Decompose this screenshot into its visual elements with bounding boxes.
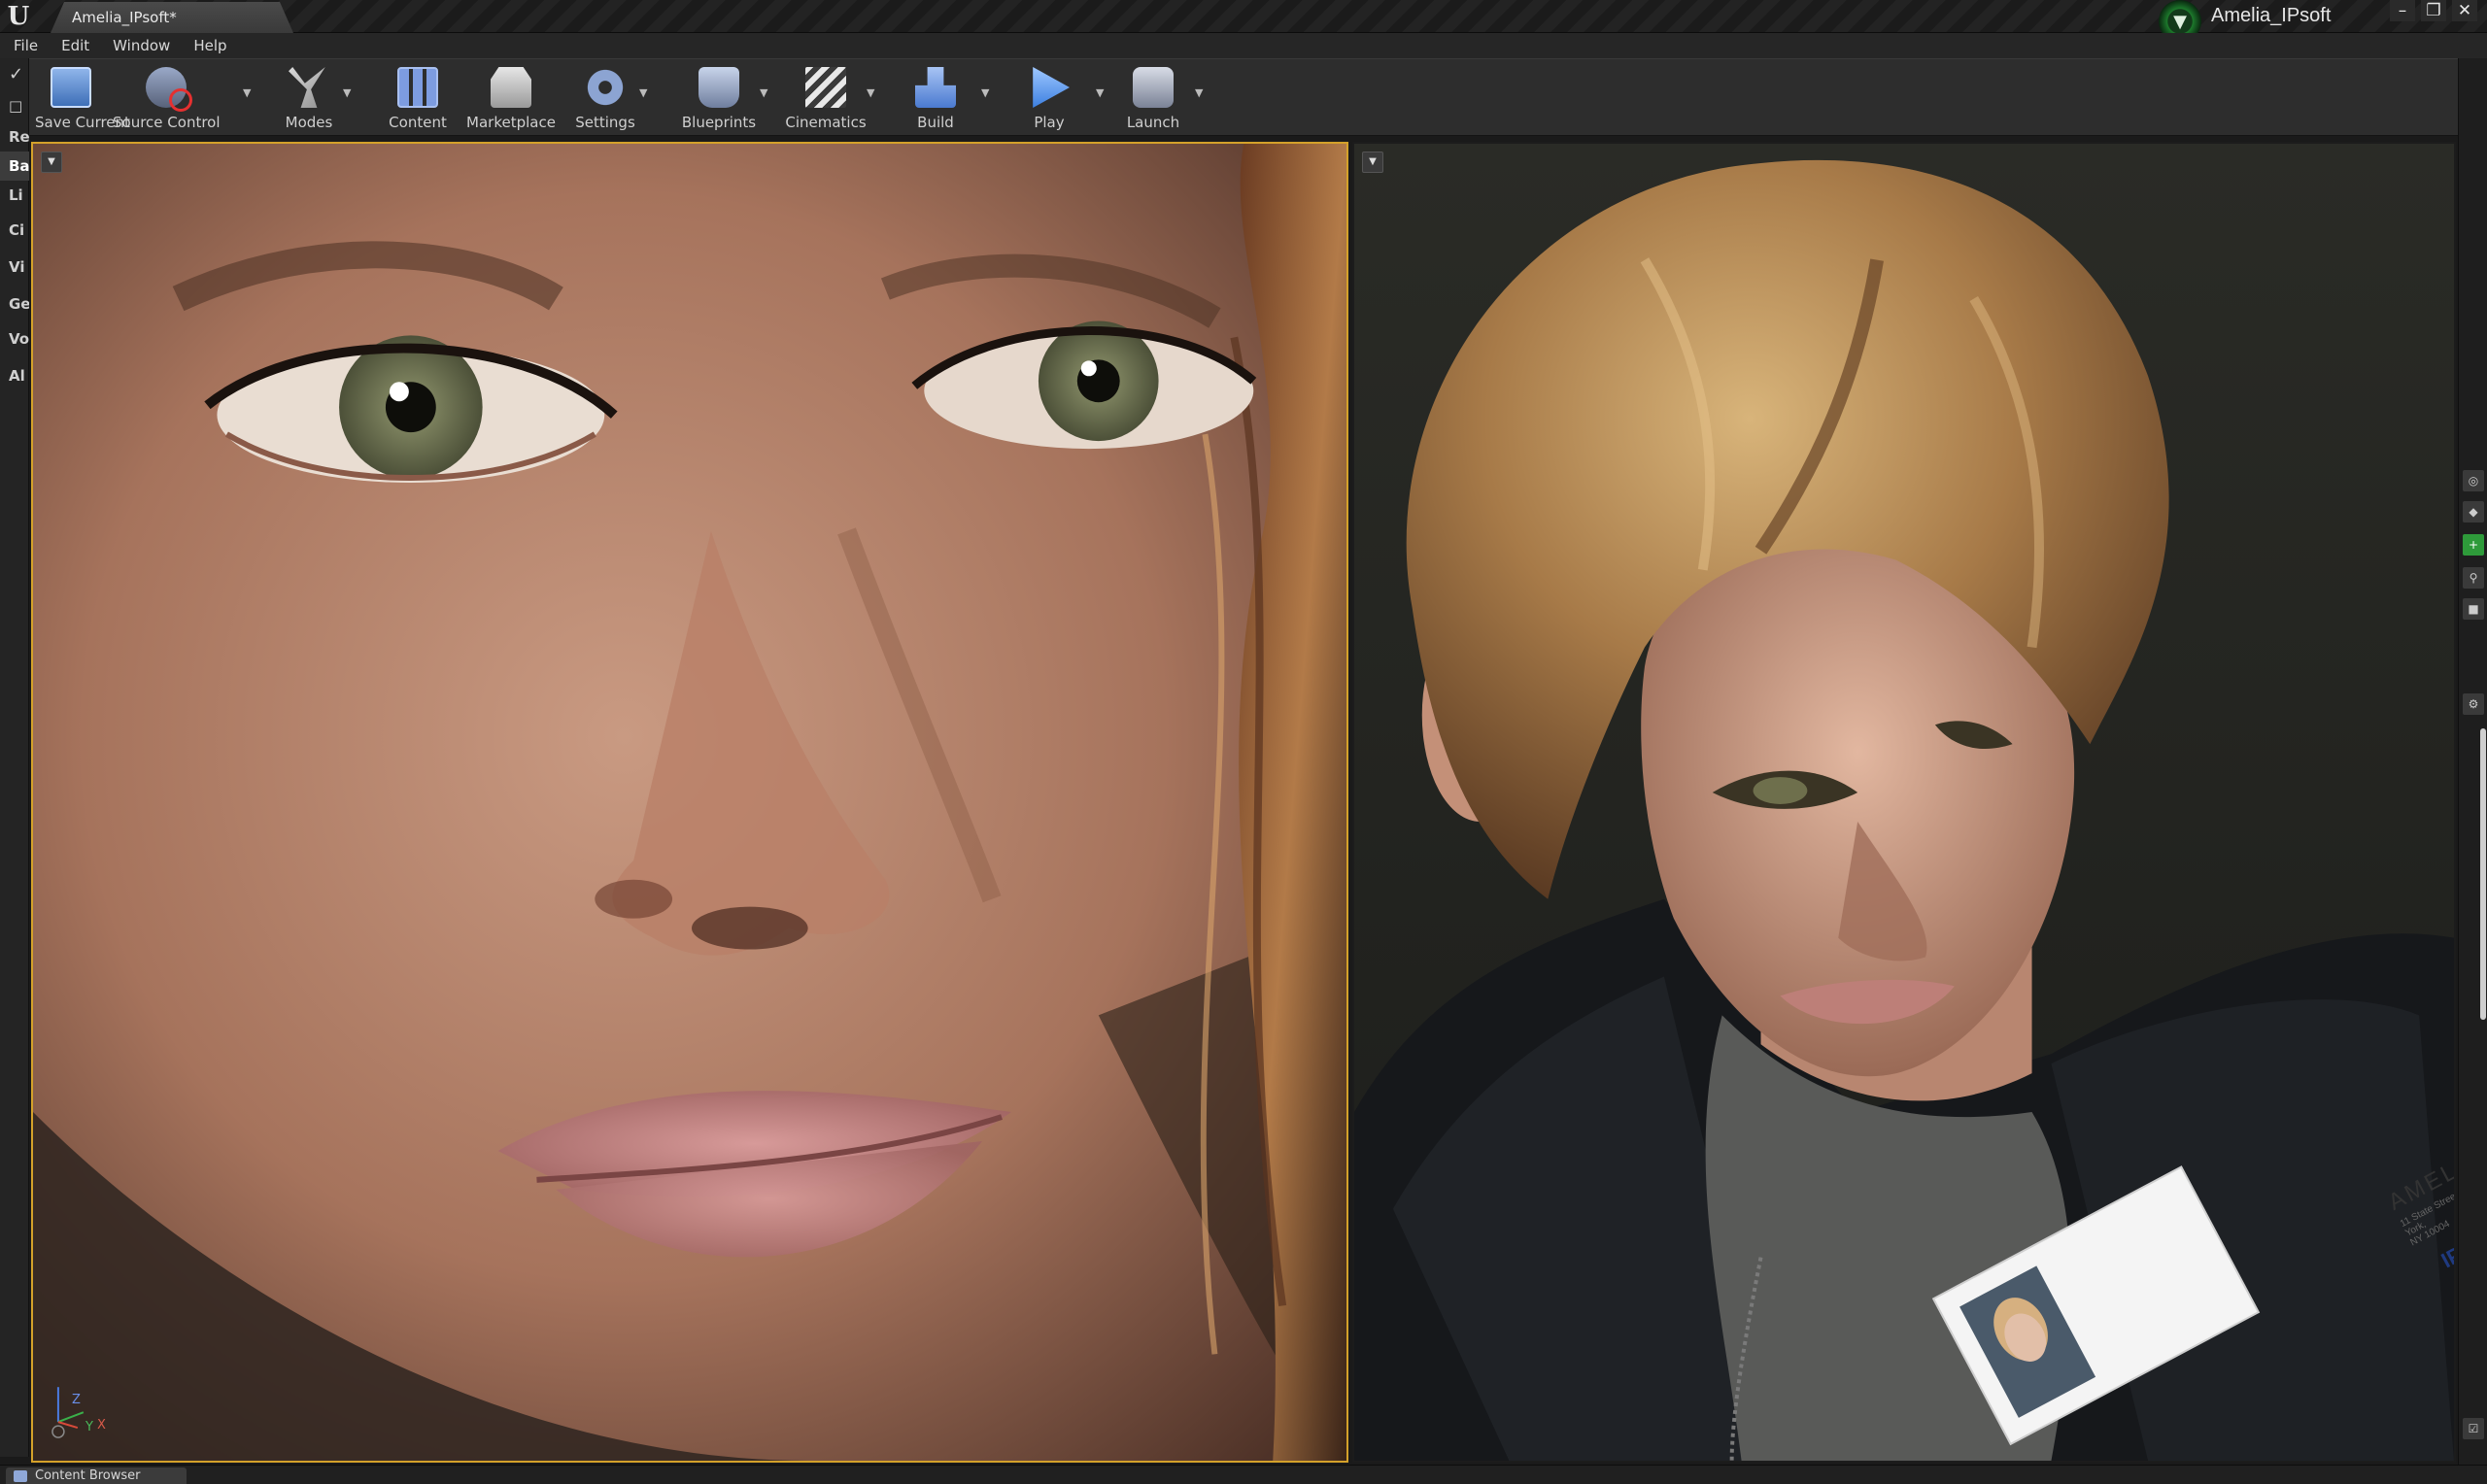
source-control-dropdown-icon[interactable]: ▼ <box>243 86 255 99</box>
right-panel-strip: ◎ ◆ + ⚲ ■ ⚙ ☑ <box>2458 58 2487 1465</box>
place-mode-icon[interactable]: □ <box>0 91 29 120</box>
character-render <box>1354 144 2454 1461</box>
menu-bar: File Edit Window Help <box>0 33 2487 58</box>
checkbox-icon[interactable]: ☑ <box>2463 1418 2484 1439</box>
build-button[interactable]: Build <box>902 63 970 133</box>
content-label: Content <box>389 114 447 131</box>
play-icon <box>1033 67 1070 108</box>
modes-dropdown-icon[interactable]: ▼ <box>343 86 355 99</box>
project-badge[interactable]: ▼ Amelia_IPsoft <box>2159 0 2365 43</box>
level-document-tab[interactable]: Amelia_IPsoft* <box>51 2 293 33</box>
details-tab-icon[interactable]: ◎ <box>2463 470 2484 491</box>
main-toolbar: Save Current Source Control ▼ Modes ▼ Co… <box>29 58 2458 136</box>
source-control-icon <box>146 67 192 112</box>
unreal-logo-icon[interactable]: U <box>4 2 33 31</box>
marketplace-icon <box>491 67 531 108</box>
launch-dropdown-icon[interactable]: ▼ <box>1195 86 1207 99</box>
viewport-options-button-right[interactable]: ▼ <box>1362 152 1383 173</box>
modes-tab-geometry[interactable]: Ge <box>0 289 29 319</box>
axis-label-z: Z <box>72 1393 81 1407</box>
marketplace-button[interactable]: Marketplace <box>462 63 560 133</box>
viewport-left[interactable]: ▼ Z Y X <box>31 142 1348 1463</box>
content-browser-tab[interactable]: Content Browser <box>6 1467 187 1484</box>
unreal-editor-window: U Amelia_IPsoft* ▼ Amelia_IPsoft – ❐ ✕ F… <box>0 0 2487 1484</box>
save-current-label: Save Current <box>35 114 130 131</box>
blueprints-button[interactable]: Blueprints <box>672 63 766 133</box>
settings-dropdown-icon[interactable]: ▼ <box>639 86 651 99</box>
axis-label-y: Y <box>85 1420 93 1434</box>
modes-label: Modes <box>285 114 333 131</box>
launch-icon <box>1133 67 1174 108</box>
blueprints-icon <box>698 67 739 108</box>
source-control-button[interactable]: Source Control <box>113 63 221 133</box>
modes-tab-basic[interactable]: Ba <box>0 152 29 181</box>
settings-icon <box>585 67 626 108</box>
menu-window[interactable]: Window <box>101 33 182 58</box>
window-controls: – ❐ ✕ <box>2390 0 2477 21</box>
face-closeup-render <box>33 144 1346 1461</box>
content-browser-label: Content Browser <box>35 1468 141 1483</box>
viewport-options-button[interactable]: ▼ <box>41 152 62 173</box>
cinematics-icon <box>805 67 846 108</box>
play-dropdown-icon[interactable]: ▼ <box>1096 86 1107 99</box>
modes-panel-tabs: ✓ □ Re Ba Li Ci Vi Ge Vo Al <box>0 58 29 1457</box>
settings-panel-icon[interactable]: ⚙ <box>2463 693 2484 715</box>
blueprints-label: Blueprints <box>681 114 757 131</box>
settings-label: Settings <box>575 114 635 131</box>
build-icon <box>915 67 956 108</box>
menu-edit[interactable]: Edit <box>50 33 101 58</box>
menu-help[interactable]: Help <box>182 33 238 58</box>
modes-tab-cinematic[interactable]: Ci <box>0 216 29 245</box>
play-label: Play <box>1034 114 1065 131</box>
modes-tab-visual-effects[interactable]: Vi <box>0 253 29 282</box>
add-component-icon[interactable]: + <box>2463 534 2484 556</box>
modes-tab-icon[interactable]: ✓ <box>0 60 29 89</box>
build-dropdown-icon[interactable]: ▼ <box>981 86 993 99</box>
modes-icon <box>289 67 325 108</box>
maximize-button[interactable]: ❐ <box>2421 0 2446 21</box>
modes-tab-recent[interactable]: Re <box>0 122 29 152</box>
blueprints-dropdown-icon[interactable]: ▼ <box>760 86 771 99</box>
content-icon <box>397 67 438 108</box>
world-outliner-icon[interactable]: ■ <box>2463 598 2484 620</box>
panel-scrollbar[interactable] <box>2480 728 2486 1020</box>
modes-tab-lights[interactable]: Li <box>0 181 29 210</box>
lock-icon[interactable]: ◆ <box>2463 501 2484 523</box>
play-button[interactable]: Play <box>1018 63 1080 133</box>
close-button[interactable]: ✕ <box>2452 0 2477 21</box>
save-current-button[interactable]: Save Current <box>35 63 130 133</box>
search-icon[interactable]: ⚲ <box>2463 567 2484 589</box>
content-button[interactable]: Content <box>379 63 457 133</box>
settings-button[interactable]: Settings <box>562 63 649 133</box>
minimize-button[interactable]: – <box>2390 0 2415 21</box>
content-browser-icon <box>14 1470 27 1482</box>
marketplace-label: Marketplace <box>466 114 556 131</box>
save-icon <box>51 67 91 108</box>
cinematics-button[interactable]: Cinematics <box>777 63 874 133</box>
build-label: Build <box>917 114 954 131</box>
cinematics-label: Cinematics <box>785 114 867 131</box>
title-bar: U Amelia_IPsoft* ▼ Amelia_IPsoft – ❐ ✕ <box>0 0 2487 43</box>
bottom-dock: Content Browser <box>0 1465 2487 1484</box>
menu-file[interactable]: File <box>14 33 50 58</box>
viewport-right[interactable]: ▼ AMELIA 11 State Street, York, NY 10004… <box>1352 142 2456 1463</box>
source-control-label: Source Control <box>113 114 221 131</box>
launch-label: Launch <box>1126 114 1180 131</box>
modes-tab-volumes[interactable]: Vo <box>0 324 29 354</box>
launch-button[interactable]: Launch <box>1115 63 1191 133</box>
modes-button[interactable]: Modes <box>272 63 346 133</box>
cinematics-dropdown-icon[interactable]: ▼ <box>867 86 878 99</box>
axis-label-x: X <box>97 1418 106 1433</box>
modes-tab-all-classes[interactable]: Al <box>0 361 29 390</box>
project-name: Amelia_IPsoft <box>2211 4 2332 26</box>
